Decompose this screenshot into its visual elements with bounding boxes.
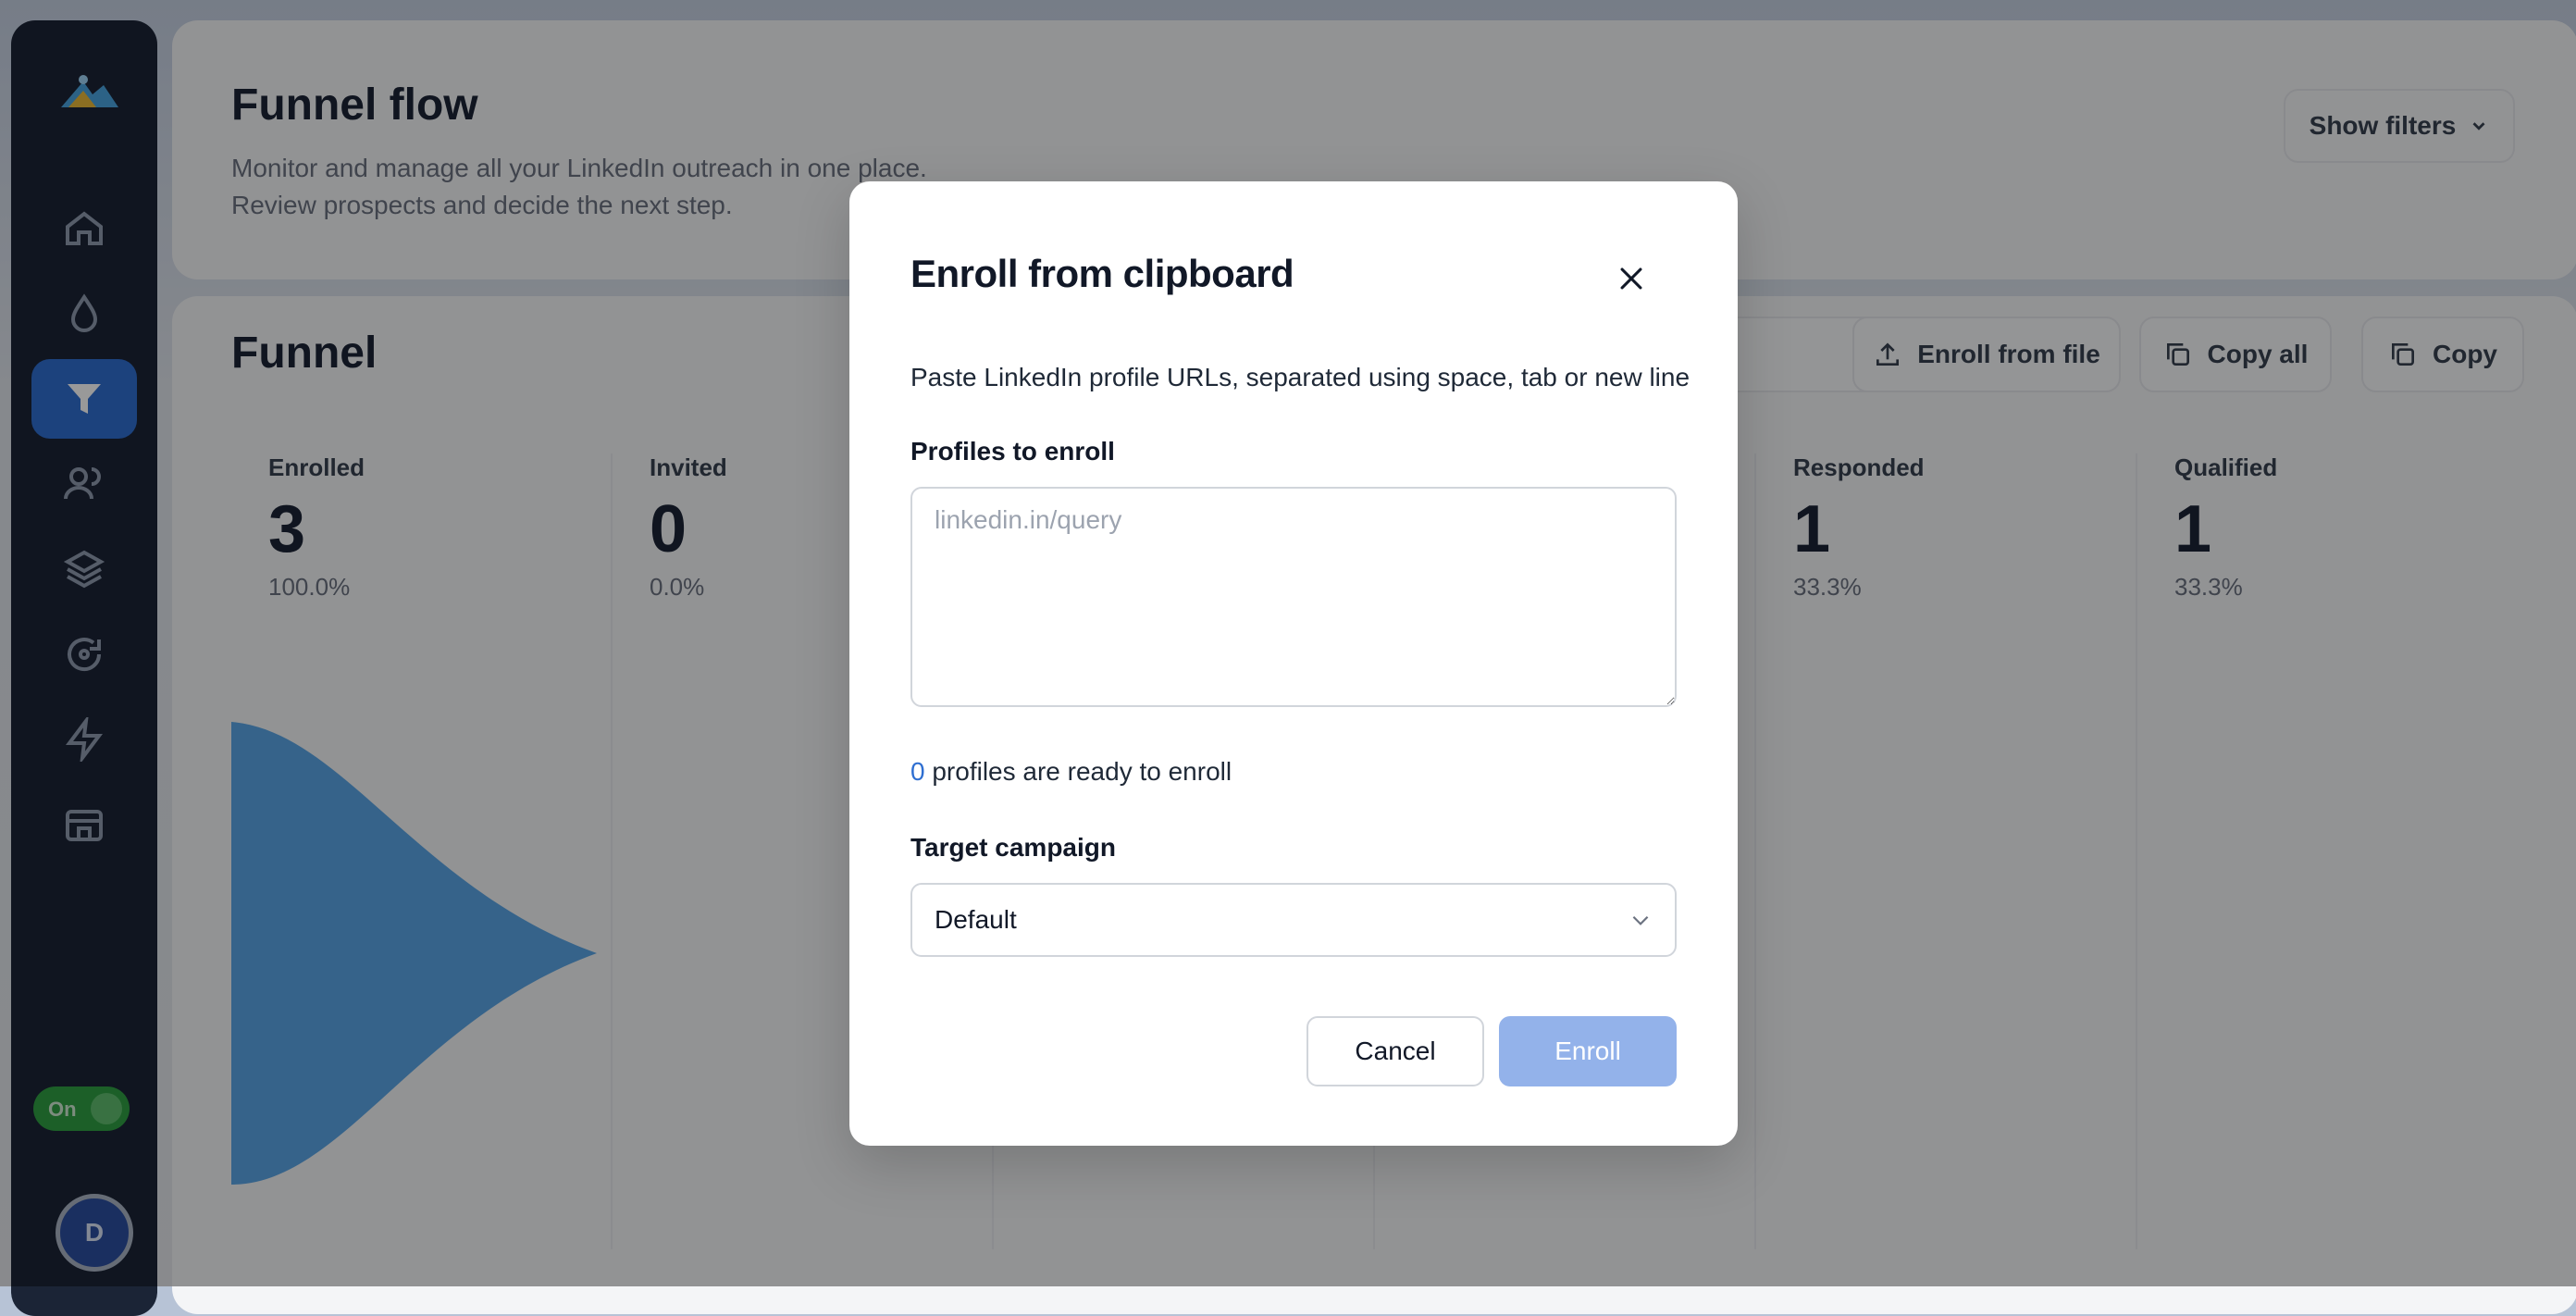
campaign-selected-value: Default xyxy=(935,905,1017,934)
profiles-label: Profiles to enroll xyxy=(910,437,1115,466)
ready-count-line: 0 profiles are ready to enroll xyxy=(910,757,1232,787)
close-icon xyxy=(1620,267,1642,290)
enroll-clipboard-dialog: Enroll from clipboard Paste LinkedIn pro… xyxy=(849,181,1738,1146)
enroll-button[interactable]: Enroll xyxy=(1499,1016,1677,1086)
profiles-textarea[interactable] xyxy=(910,487,1677,707)
cancel-button[interactable]: Cancel xyxy=(1307,1016,1484,1086)
close-button[interactable] xyxy=(1610,257,1653,300)
app-background: On D Funnel flow Monitor and manage all … xyxy=(0,0,2576,1316)
ready-count: 0 xyxy=(910,757,925,786)
campaign-select[interactable]: Default xyxy=(910,883,1677,957)
dialog-description: Paste LinkedIn profile URLs, separated u… xyxy=(910,363,1690,391)
campaign-label: Target campaign xyxy=(910,833,1116,862)
ready-text: profiles are ready to enroll xyxy=(924,757,1232,786)
dialog-title: Enroll from clipboard xyxy=(910,252,1294,295)
chevron-down-icon xyxy=(1632,915,1649,925)
